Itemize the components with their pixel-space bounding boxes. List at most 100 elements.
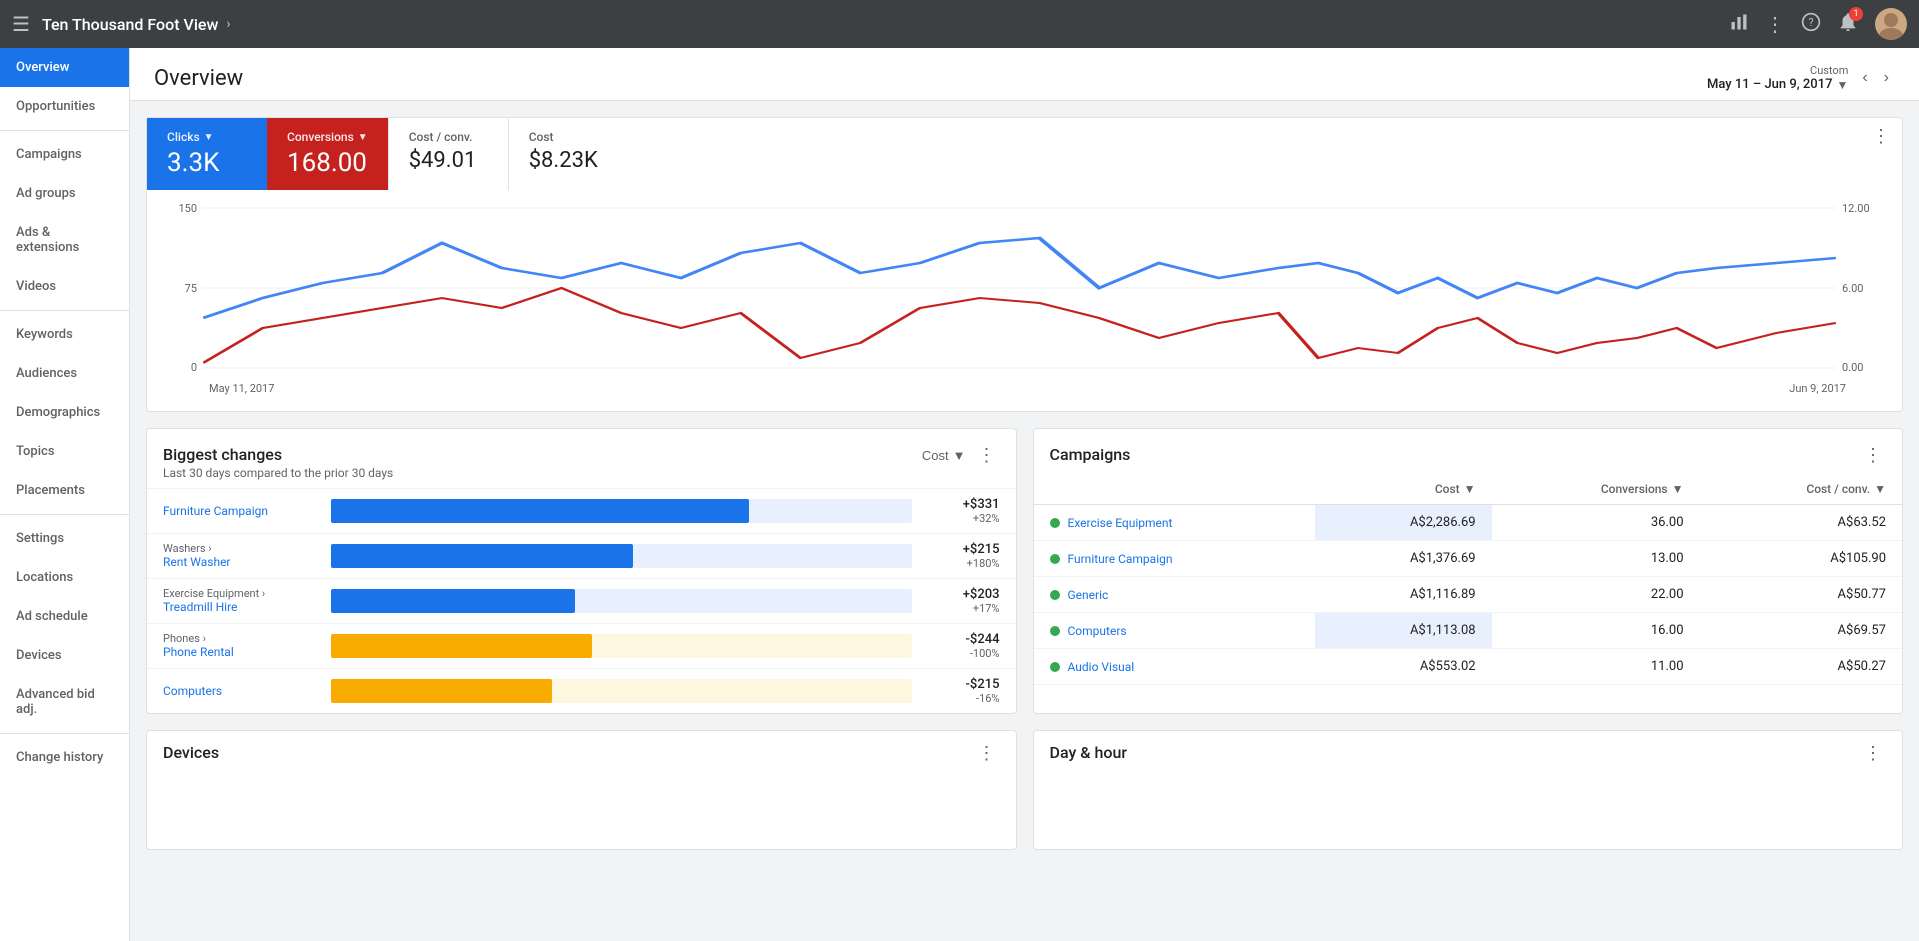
devices-title: Devices xyxy=(163,743,219,762)
table-row: Computers A$1,113.08 16.00 A$69.57 xyxy=(1034,613,1903,649)
conversions-dropdown-icon[interactable]: ▼ xyxy=(358,132,368,143)
table-row: Exercise Equipment A$2,286.69 36.00 A$63… xyxy=(1034,505,1903,541)
sidebar-item-audiences[interactable]: Audiences xyxy=(0,354,129,393)
change-pct: -100% xyxy=(920,647,1000,660)
campaign-link[interactable]: Exercise Equipment xyxy=(1068,516,1173,530)
campaigns-more-button[interactable]: ⋮ xyxy=(1860,445,1886,466)
change-pct: -16% xyxy=(920,692,1000,705)
conversions-metric[interactable]: Conversions ▼ 168.00 xyxy=(267,118,388,190)
cost-sort-icon: ▼ xyxy=(1464,482,1476,496)
clicks-value: 3.3K xyxy=(167,148,247,178)
campaign-name-cell: Audio Visual xyxy=(1034,649,1315,685)
change-link[interactable]: Treadmill Hire xyxy=(163,600,237,614)
day-hour-more-button[interactable]: ⋮ xyxy=(1860,743,1886,764)
biggest-changes-title: Biggest changes xyxy=(163,445,393,464)
more-options-icon[interactable]: ⋮ xyxy=(1765,12,1785,36)
sidebar-item-settings[interactable]: Settings xyxy=(0,519,129,558)
metric-row: Clicks ▼ 3.3K Conversions ▼ 168.00 xyxy=(147,118,1902,190)
biggest-changes-metric-dropdown[interactable]: Cost ▼ xyxy=(922,448,966,463)
sidebar-item-placements[interactable]: Placements xyxy=(0,471,129,510)
campaign-link[interactable]: Audio Visual xyxy=(1068,660,1135,674)
date-next-button[interactable]: › xyxy=(1878,67,1895,89)
bar-area xyxy=(331,589,912,613)
sidebar-item-ad-schedule[interactable]: Ad schedule xyxy=(0,597,129,636)
help-icon[interactable]: ? xyxy=(1801,12,1821,37)
sidebar-item-change-history[interactable]: Change history xyxy=(0,738,129,777)
y-axis-left-bot: 0 xyxy=(163,361,197,374)
change-pct: +32% xyxy=(920,512,1000,525)
sidebar-item-videos[interactable]: Videos xyxy=(0,267,129,306)
chart-area: 150 75 0 xyxy=(147,190,1902,411)
change-parent: Exercise Equipment › xyxy=(163,587,323,600)
change-link[interactable]: Furniture Campaign xyxy=(163,504,268,518)
sidebar-item-keywords[interactable]: Keywords xyxy=(0,315,129,354)
change-pct: +180% xyxy=(920,557,1000,570)
change-link[interactable]: Rent Washer xyxy=(163,555,231,569)
col-cost[interactable]: Cost ▼ xyxy=(1315,474,1492,505)
sidebar-item-topics[interactable]: Topics xyxy=(0,432,129,471)
change-link[interactable]: Phone Rental xyxy=(163,645,234,659)
x-axis-end: Jun 9, 2017 xyxy=(1789,382,1846,395)
sidebar-item-devices[interactable]: Devices xyxy=(0,636,129,675)
date-range-label: Custom xyxy=(1810,64,1848,77)
sidebar-item-locations[interactable]: Locations xyxy=(0,558,129,597)
avatar[interactable] xyxy=(1875,8,1907,40)
bar-area xyxy=(331,679,912,703)
campaign-cost: A$1,376.69 xyxy=(1315,541,1492,577)
sidebar-item-campaigns[interactable]: Campaigns xyxy=(0,135,129,174)
bar-chart-icon[interactable] xyxy=(1729,12,1749,37)
sidebar-item-demographics[interactable]: Demographics xyxy=(0,393,129,432)
devices-more-button[interactable]: ⋮ xyxy=(974,743,1000,764)
date-prev-button[interactable]: ‹ xyxy=(1856,67,1873,89)
sidebar-item-ad-groups[interactable]: Ad groups xyxy=(0,174,129,213)
campaign-name-cell: Furniture Campaign xyxy=(1034,541,1315,577)
y-axis-left-top: 150 xyxy=(163,202,197,215)
change-amount: +$331 xyxy=(920,497,1000,512)
campaign-cost: A$553.02 xyxy=(1315,649,1492,685)
change-amount: -$244 xyxy=(920,632,1000,647)
x-axis-start: May 11, 2017 xyxy=(209,382,274,395)
campaign-status-dot xyxy=(1050,518,1060,528)
date-range-value: May 11 – Jun 9, 2017 xyxy=(1707,77,1832,92)
sidebar-item-advanced-bid[interactable]: Advanced bid adj. xyxy=(0,675,129,729)
change-link[interactable]: Computers xyxy=(163,684,222,698)
clicks-dropdown-icon[interactable]: ▼ xyxy=(204,132,214,143)
sidebar-item-opportunities[interactable]: Opportunities xyxy=(0,87,129,126)
col-conversions[interactable]: Conversions ▼ xyxy=(1492,474,1700,505)
campaign-link[interactable]: Computers xyxy=(1068,624,1127,638)
date-range: Custom May 11 – Jun 9, 2017 ▼ ‹ › xyxy=(1707,64,1895,92)
bar-area xyxy=(331,634,912,658)
bar-area xyxy=(331,499,912,523)
change-parent: Washers › xyxy=(163,542,323,555)
y-axis-right-bot: 0.00 xyxy=(1842,361,1886,374)
menu-icon[interactable]: ☰ xyxy=(12,12,30,36)
date-dropdown-icon[interactable]: ▼ xyxy=(1836,78,1848,92)
metric-dropdown-icon: ▼ xyxy=(953,448,966,463)
cost-per-conv-value: $49.01 xyxy=(409,148,488,173)
col-cost-per-conv[interactable]: Cost / conv. ▼ xyxy=(1700,474,1902,505)
notifications-icon[interactable]: 1 xyxy=(1837,11,1859,38)
bar-area xyxy=(331,544,912,568)
sidebar-item-overview[interactable]: Overview xyxy=(0,48,129,87)
campaign-cost-per-conv: A$69.57 xyxy=(1700,613,1902,649)
change-row: Exercise Equipment › Treadmill Hire +$20… xyxy=(147,578,1016,623)
campaign-cost-per-conv: A$50.77 xyxy=(1700,577,1902,613)
campaign-cost-per-conv: A$105.90 xyxy=(1700,541,1902,577)
campaign-link[interactable]: Furniture Campaign xyxy=(1068,552,1173,566)
campaign-link[interactable]: Generic xyxy=(1068,588,1109,602)
conversions-label: Conversions xyxy=(287,130,354,144)
clicks-metric[interactable]: Clicks ▼ 3.3K xyxy=(147,118,267,190)
campaign-status-dot xyxy=(1050,554,1060,564)
campaigns-card: Campaigns ⋮ Cost xyxy=(1033,428,1904,714)
day-hour-card: Day & hour ⋮ xyxy=(1033,730,1904,850)
overview-header: Overview Custom May 11 – Jun 9, 2017 ▼ ‹… xyxy=(130,48,1919,101)
campaign-cost-per-conv: A$50.27 xyxy=(1700,649,1902,685)
sidebar-item-ads-extensions[interactable]: Ads & extensions xyxy=(0,213,129,267)
biggest-changes-more-button[interactable]: ⋮ xyxy=(974,445,1000,466)
change-row: Computers -$215 -16% xyxy=(147,668,1016,713)
devices-card: Devices ⋮ xyxy=(146,730,1017,850)
campaign-conversions: 13.00 xyxy=(1492,541,1700,577)
chart-more-button[interactable]: ⋮ xyxy=(1860,118,1902,190)
app-title-text: Ten Thousand Foot View xyxy=(42,15,218,34)
clicks-label: Clicks xyxy=(167,130,200,144)
